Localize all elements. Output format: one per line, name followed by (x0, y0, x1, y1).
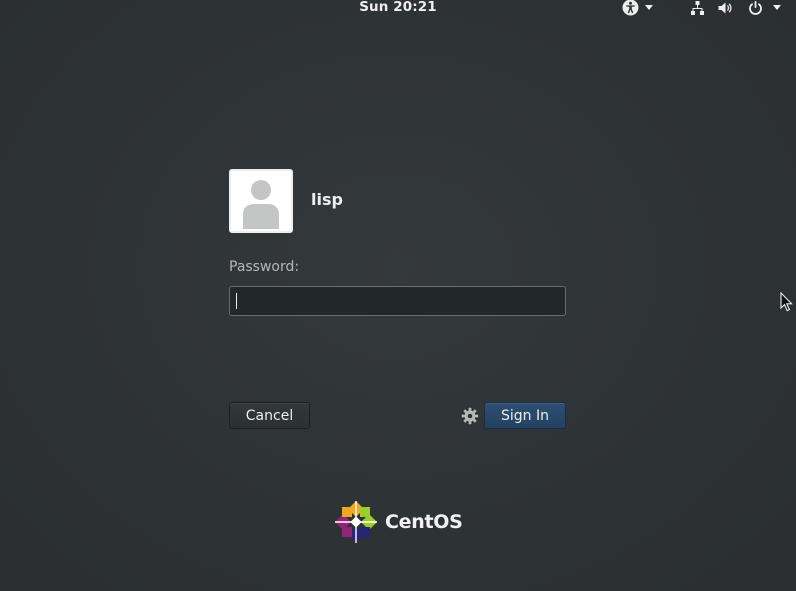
cancel-button[interactable]: Cancel (229, 402, 310, 429)
mouse-pointer-icon (780, 292, 793, 312)
chevron-down-icon (773, 5, 781, 10)
text-caret (236, 293, 237, 309)
password-label: Password: (229, 259, 300, 275)
network-icon (691, 0, 704, 15)
distro-logo: CentOS (334, 499, 463, 545)
avatar (229, 169, 293, 233)
clock-label[interactable]: Sun 20:21 (359, 0, 437, 15)
clock: Sun 20:21 (0, 0, 796, 15)
volume-icon (718, 2, 732, 13)
accessibility-icon (622, 0, 639, 16)
accessibility-menu[interactable] (622, 0, 653, 16)
system-menu[interactable] (689, 0, 781, 15)
centos-logo-icon (335, 501, 377, 543)
chevron-down-icon (645, 5, 653, 10)
password-input[interactable] (229, 286, 566, 316)
distro-name: CentOS (385, 511, 463, 533)
gear-icon[interactable] (461, 407, 479, 425)
power-icon (749, 0, 762, 15)
user-icon (243, 180, 279, 229)
top-bar: Sun 20:21 (0, 0, 796, 16)
sign-in-button[interactable]: Sign In (484, 402, 566, 429)
username-label: lisp (311, 190, 343, 209)
